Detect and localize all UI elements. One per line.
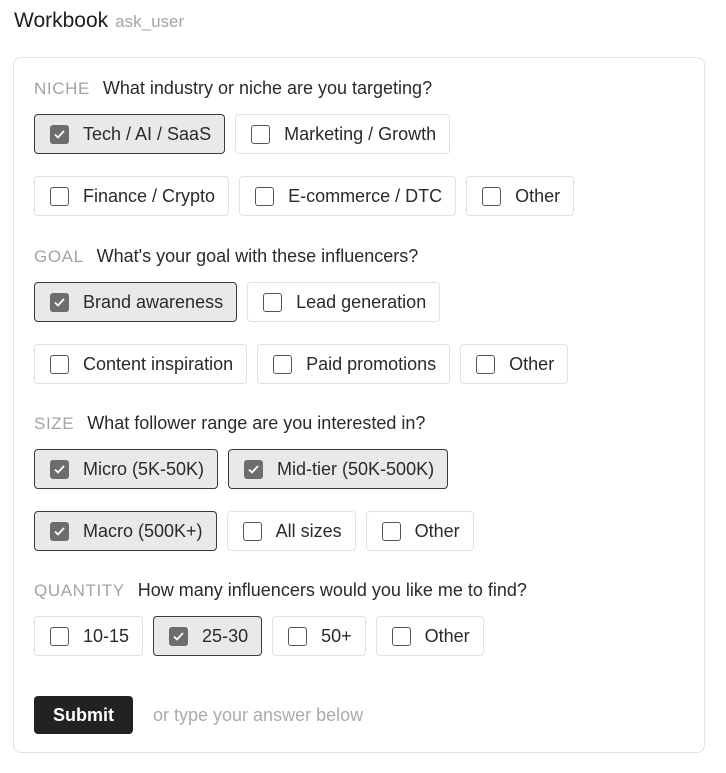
option-label: Mid-tier (50K-500K) xyxy=(277,458,435,479)
checkbox-icon[interactable] xyxy=(391,626,411,646)
submit-button[interactable]: Submit xyxy=(34,696,133,734)
option-label: 25-30 xyxy=(202,625,249,646)
option-label: Micro (5K-50K) xyxy=(83,458,205,479)
option-other[interactable]: Other xyxy=(466,176,575,216)
option-label: Macro (500K+) xyxy=(83,520,203,541)
option-all-sizes[interactable]: All sizes xyxy=(226,511,356,551)
option-group: 10-15 25-30 50+ Other xyxy=(34,616,634,656)
answer-hint: or type your answer below xyxy=(153,704,364,725)
option-ecommerce-dtc[interactable]: E-commerce / DTC xyxy=(239,176,457,216)
option-micro[interactable]: Micro (5K-50K) xyxy=(34,449,219,489)
option-other[interactable]: Other xyxy=(365,511,474,551)
question-text: How many influencers would you like me t… xyxy=(137,580,527,600)
question-row: NICHE What industry or niche are you tar… xyxy=(34,78,634,100)
option-label: Other xyxy=(424,625,470,646)
option-mid-tier[interactable]: Mid-tier (50K-500K) xyxy=(228,449,449,489)
section-goal: GOAL What's your goal with these influen… xyxy=(34,246,634,384)
checkbox-icon[interactable] xyxy=(50,124,69,144)
option-label: Tech / AI / SaaS xyxy=(83,123,212,144)
checkbox-icon[interactable] xyxy=(50,521,69,541)
question-text: What's your goal with these influencers? xyxy=(96,246,419,266)
option-label: Other xyxy=(414,520,460,541)
workbook-header: Workbook ask_user xyxy=(14,9,184,33)
checkbox-icon[interactable] xyxy=(50,354,69,374)
option-label: Lead generation xyxy=(296,291,427,312)
workbook-title: Workbook xyxy=(14,9,109,32)
option-label: Other xyxy=(509,353,555,374)
section-quantity: QUANTITY How many influencers would you … xyxy=(34,580,634,656)
question-row: GOAL What's your goal with these influen… xyxy=(34,246,634,268)
option-10-15[interactable]: 10-15 xyxy=(34,616,144,656)
option-other[interactable]: Other xyxy=(460,344,569,384)
question-text: What industry or niche are you targeting… xyxy=(102,78,433,98)
option-finance-crypto[interactable]: Finance / Crypto xyxy=(34,176,230,216)
checkbox-icon[interactable] xyxy=(50,292,69,312)
checkbox-icon[interactable] xyxy=(482,186,502,206)
option-label: Finance / Crypto xyxy=(83,185,216,206)
checkbox-icon[interactable] xyxy=(50,626,69,646)
question-card: NICHE What industry or niche are you tar… xyxy=(13,57,705,753)
question-key: NICHE xyxy=(34,79,90,98)
checkbox-icon[interactable] xyxy=(50,186,69,206)
question-row: SIZE What follower range are you interes… xyxy=(34,413,634,435)
checkbox-icon[interactable] xyxy=(381,521,401,541)
option-marketing-growth[interactable]: Marketing / Growth xyxy=(235,114,451,154)
option-25-30[interactable]: 25-30 xyxy=(153,616,263,656)
option-paid-promotions[interactable]: Paid promotions xyxy=(257,344,451,384)
option-label: 50+ xyxy=(321,625,352,646)
option-label: E-commerce / DTC xyxy=(288,185,443,206)
section-niche: NICHE What industry or niche are you tar… xyxy=(34,78,634,216)
option-50-plus[interactable]: 50+ xyxy=(272,616,366,656)
option-group: Micro (5K-50K) Mid-tier (50K-500K) Macro… xyxy=(34,449,634,551)
checkbox-icon[interactable] xyxy=(169,626,189,646)
checkbox-icon[interactable] xyxy=(273,354,293,374)
question-text: What follower range are you interested i… xyxy=(87,413,426,433)
option-macro[interactable]: Macro (500K+) xyxy=(34,511,217,551)
checkbox-icon[interactable] xyxy=(263,292,283,312)
checkbox-icon[interactable] xyxy=(476,354,496,374)
question-key: SIZE xyxy=(34,414,75,433)
option-other[interactable]: Other xyxy=(375,616,484,656)
question-row: QUANTITY How many influencers would you … xyxy=(34,580,634,602)
option-tech-ai-saas[interactable]: Tech / AI / SaaS xyxy=(34,114,226,154)
checkbox-icon[interactable] xyxy=(255,186,275,206)
option-label: 10-15 xyxy=(83,625,130,646)
section-size: SIZE What follower range are you interes… xyxy=(34,413,634,551)
checkbox-icon[interactable] xyxy=(251,124,271,144)
checkbox-icon[interactable] xyxy=(50,459,69,479)
question-key: GOAL xyxy=(34,247,84,266)
option-label: All sizes xyxy=(275,520,342,541)
option-label: Other xyxy=(515,185,561,206)
option-label: Paid promotions xyxy=(306,353,437,374)
checkbox-icon[interactable] xyxy=(242,521,262,541)
option-brand-awareness[interactable]: Brand awareness xyxy=(34,282,238,322)
question-key: QUANTITY xyxy=(34,581,125,600)
option-label: Brand awareness xyxy=(83,291,224,312)
option-label: Marketing / Growth xyxy=(284,123,437,144)
option-content-inspiration[interactable]: Content inspiration xyxy=(34,344,248,384)
option-group: Brand awareness Lead generation Content … xyxy=(34,282,634,384)
option-label: Content inspiration xyxy=(83,353,234,374)
option-group: Tech / AI / SaaS Marketing / Growth Fina… xyxy=(34,114,634,216)
checkbox-icon[interactable] xyxy=(244,459,264,479)
tool-name: ask_user xyxy=(115,12,185,31)
option-lead-generation[interactable]: Lead generation xyxy=(247,282,441,322)
checkbox-icon[interactable] xyxy=(288,626,308,646)
card-footer: Submit or type your answer below xyxy=(34,696,363,734)
